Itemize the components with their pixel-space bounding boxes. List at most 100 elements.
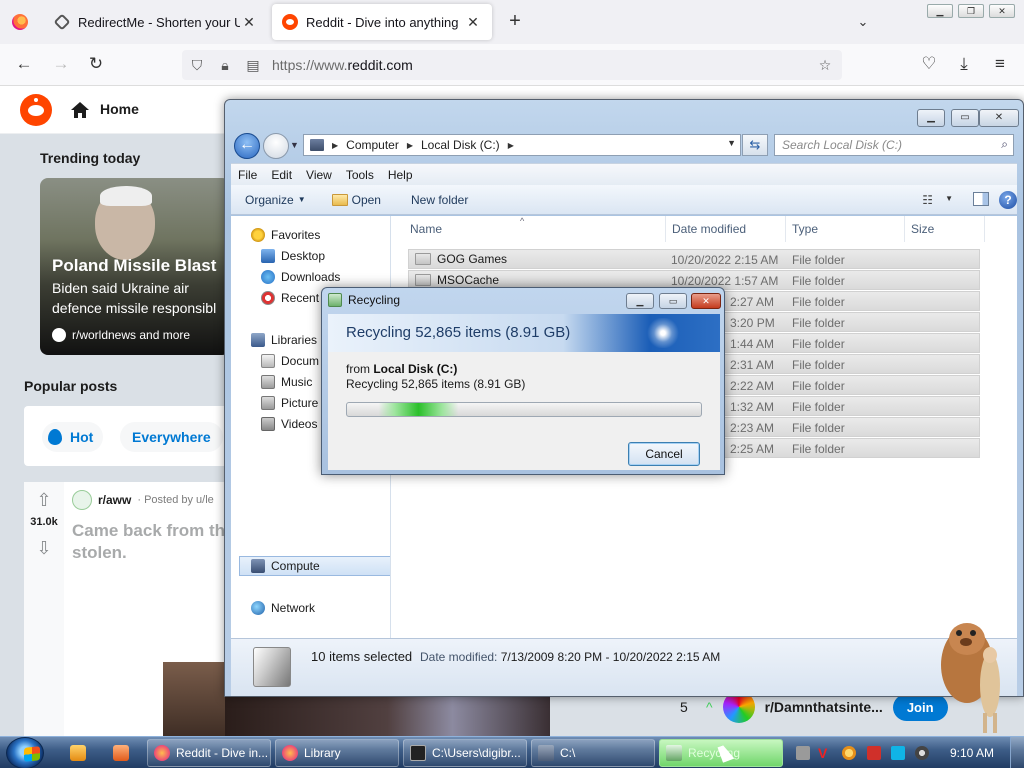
- restore-dialog-button[interactable]: ▭: [659, 293, 687, 309]
- bookmark-star-icon[interactable]: ☆: [816, 56, 834, 74]
- community-name[interactable]: r/Damnthatsinte...: [765, 699, 883, 715]
- breadcrumb-separator-icon[interactable]: ▶: [508, 141, 514, 150]
- tab-redirectme[interactable]: RedirectMe - Shorten your URL ✕: [44, 4, 268, 40]
- nav-documents[interactable]: Docum: [261, 354, 319, 368]
- sort-everywhere-button[interactable]: Everywhere: [120, 422, 223, 452]
- forward-arrow-icon[interactable]: →: [50, 54, 72, 76]
- column-header-size[interactable]: Size: [905, 216, 985, 242]
- reload-icon[interactable]: ↻: [85, 54, 107, 76]
- tray-v-icon[interactable]: V: [818, 746, 832, 760]
- preview-pane-icon[interactable]: [973, 192, 989, 206]
- minimize-window-button[interactable]: ▁: [927, 4, 953, 18]
- new-folder-button[interactable]: New folder: [411, 193, 468, 207]
- address-bar[interactable]: ▶ Computer ▶ Local Disk (C:) ▶ ▼: [303, 134, 741, 156]
- nav-favorites[interactable]: Favorites: [251, 228, 320, 242]
- upvote-arrow-icon[interactable]: ⇧: [34, 490, 54, 510]
- view-options-chevron-icon[interactable]: ▼: [945, 194, 953, 203]
- tray-search-icon[interactable]: [842, 746, 856, 760]
- column-header-date[interactable]: Date modified: [666, 216, 786, 242]
- maximize-window-button[interactable]: ▭: [951, 109, 979, 127]
- close-window-button[interactable]: ✕: [979, 109, 1019, 127]
- open-button[interactable]: Open: [331, 193, 381, 207]
- breadcrumb-local-disk[interactable]: Local Disk (C:): [421, 138, 500, 152]
- close-tab-icon[interactable]: ✕: [240, 14, 258, 31]
- lock-icon[interactable]: 🔒︎: [216, 56, 234, 74]
- subreddit-icon: [52, 328, 66, 342]
- refresh-icon[interactable]: ⇆: [742, 134, 768, 156]
- change-view-icon[interactable]: ☷: [922, 193, 933, 207]
- nav-computer[interactable]: Compute: [251, 559, 320, 573]
- media-player-icon[interactable]: [70, 745, 86, 761]
- tray-flag-icon[interactable]: [867, 746, 881, 760]
- search-input[interactable]: Search Local Disk (C:) ⌕: [774, 134, 1014, 156]
- taskbar-button-reddit[interactable]: Reddit - Dive in...: [147, 739, 271, 767]
- post-image[interactable]: [225, 696, 550, 736]
- nav-desktop[interactable]: Desktop: [261, 249, 325, 263]
- app-quicklaunch-icon[interactable]: [113, 745, 129, 761]
- post-image[interactable]: [163, 662, 233, 736]
- forward-arrow-icon[interactable]: [263, 133, 289, 159]
- tracking-shield-icon[interactable]: ⛉: [188, 56, 206, 74]
- minimize-window-button[interactable]: ▁: [917, 109, 945, 127]
- firefox-logo-icon[interactable]: [12, 14, 28, 30]
- breadcrumb-separator-icon[interactable]: ▶: [332, 141, 338, 150]
- taskbar-button-cmd[interactable]: C:\Users\digibr...: [403, 739, 527, 767]
- list-tabs-chevron-icon[interactable]: ⌄: [855, 14, 871, 30]
- home-label[interactable]: Home: [100, 101, 139, 117]
- breadcrumb-separator-icon[interactable]: ▶: [407, 141, 413, 150]
- file-row[interactable]: GOG Games 10/20/2022 2:15 AM File folder: [408, 249, 980, 269]
- menu-file[interactable]: File: [231, 168, 264, 182]
- tray-display-icon[interactable]: [891, 746, 905, 760]
- help-icon[interactable]: ?: [999, 191, 1017, 209]
- nav-network[interactable]: Network: [251, 601, 315, 615]
- nav-pictures[interactable]: Picture: [261, 396, 318, 410]
- breadcrumb-computer[interactable]: Computer: [346, 138, 399, 152]
- post-subreddit[interactable]: r/aww: [98, 493, 131, 507]
- taskbar-button-library[interactable]: Library: [275, 739, 399, 767]
- trending-card[interactable]: Poland Missile Blast Biden said Ukraine …: [40, 178, 230, 355]
- pocket-icon[interactable]: ♡: [918, 54, 940, 76]
- page-info-icon[interactable]: ▤: [244, 56, 262, 74]
- minimize-dialog-button[interactable]: ▁: [626, 293, 654, 309]
- close-window-button[interactable]: ✕: [989, 4, 1015, 18]
- column-header-type[interactable]: Type: [786, 216, 905, 242]
- menu-view[interactable]: View: [299, 168, 339, 182]
- cancel-button[interactable]: Cancel: [628, 442, 700, 466]
- nav-libraries[interactable]: Libraries: [251, 333, 317, 347]
- start-button[interactable]: [6, 737, 44, 768]
- menu-help[interactable]: Help: [381, 168, 420, 182]
- back-arrow-icon[interactable]: ←: [234, 133, 260, 159]
- downloads-icon[interactable]: ⤓: [953, 54, 975, 76]
- tray-app-icon[interactable]: [796, 746, 810, 760]
- clock[interactable]: 9:10 AM: [950, 746, 994, 760]
- recent-pages-chevron-icon[interactable]: ▼: [290, 140, 299, 150]
- close-dialog-button[interactable]: ✕: [691, 293, 721, 309]
- reddit-logo-icon[interactable]: [20, 94, 52, 126]
- address-dropdown-icon[interactable]: ▼: [727, 138, 736, 148]
- menu-tools[interactable]: Tools: [339, 168, 381, 182]
- menu-hamburger-icon[interactable]: ≡: [989, 54, 1011, 76]
- post-title[interactable]: Came back from th stolen.: [72, 520, 232, 564]
- url-text[interactable]: https://www.reddit.com: [272, 57, 413, 73]
- downvote-arrow-icon[interactable]: ⇩: [34, 538, 54, 558]
- menu-edit[interactable]: Edit: [264, 168, 299, 182]
- back-arrow-icon[interactable]: ←: [13, 54, 35, 76]
- subreddit-avatar[interactable]: [72, 490, 92, 510]
- nav-music[interactable]: Music: [261, 375, 312, 389]
- new-tab-icon[interactable]: +: [505, 11, 525, 32]
- organize-button[interactable]: Organize ▼: [245, 193, 306, 207]
- restore-window-button[interactable]: ❐: [958, 4, 984, 18]
- tray-volume-icon[interactable]: [915, 746, 929, 760]
- close-tab-icon[interactable]: ✕: [464, 14, 482, 31]
- taskbar-button-explorer[interactable]: C:\: [531, 739, 655, 767]
- nav-downloads[interactable]: Downloads: [261, 270, 340, 284]
- column-header-name[interactable]: Name: [404, 216, 666, 242]
- post-card[interactable]: ⇧ 31.0k ⇩ r/aww · Posted by u/le Came ba…: [24, 482, 234, 736]
- tab-reddit[interactable]: Reddit - Dive into anything ✕: [272, 4, 492, 40]
- sort-hot-button[interactable]: Hot: [42, 422, 104, 452]
- search-icon[interactable]: ⌕: [1001, 137, 1008, 152]
- nav-recent[interactable]: Recent: [261, 291, 319, 305]
- show-desktop-button[interactable]: [1010, 737, 1024, 768]
- url-bar[interactable]: ⛉ 🔒︎ ▤ https://www.reddit.com ☆: [182, 50, 842, 80]
- nav-videos[interactable]: Videos: [261, 417, 317, 431]
